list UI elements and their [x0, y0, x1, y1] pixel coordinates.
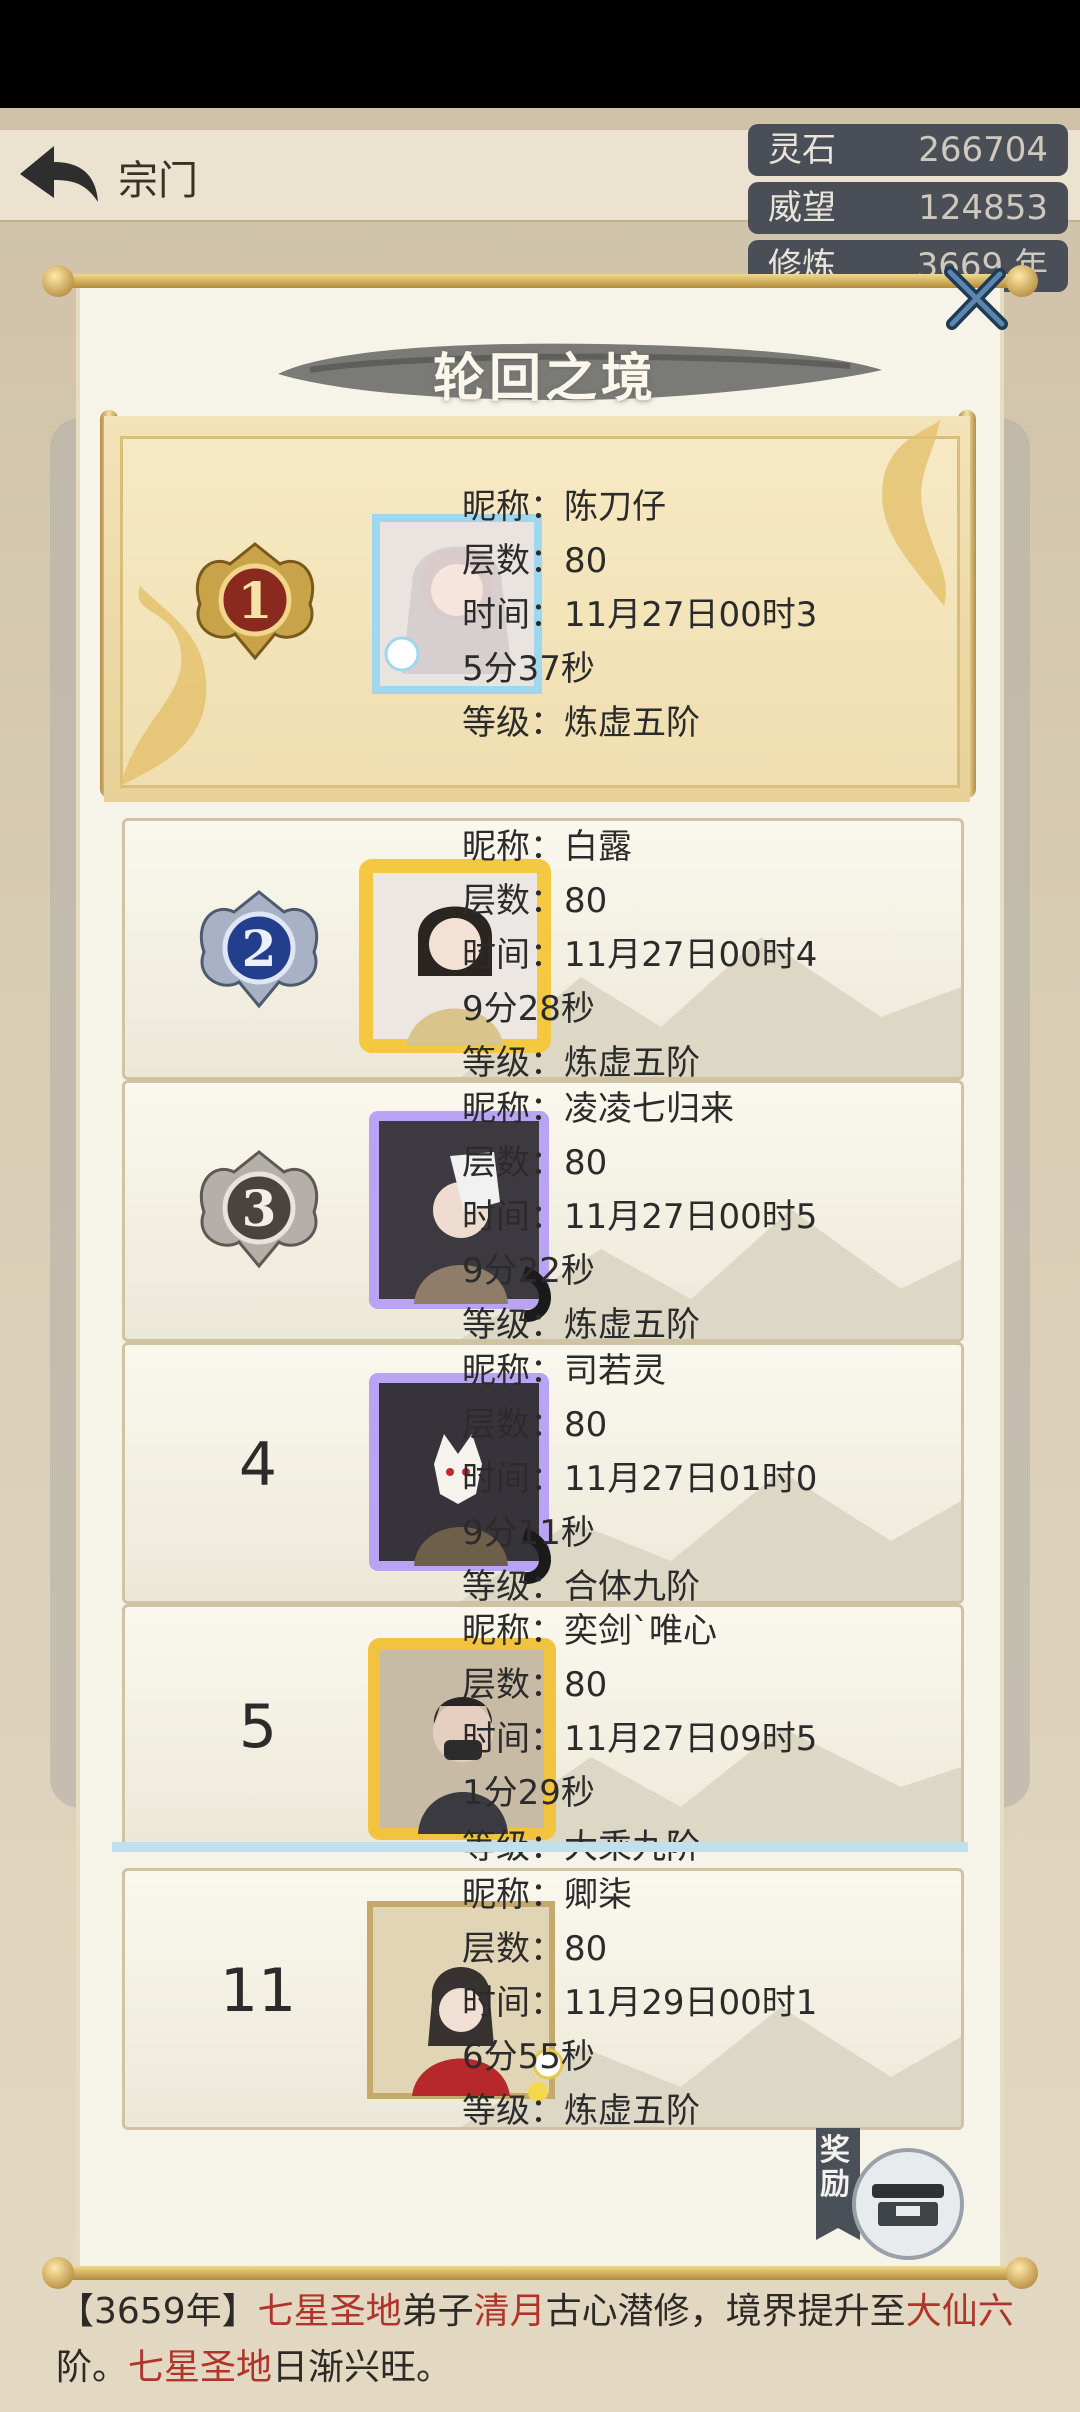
- rank-3-medal-icon: 3: [199, 1150, 319, 1269]
- floors-value: 80: [564, 541, 608, 581]
- entry-info: 昵称：凌凌七归来 层数：80 时间：11月27日00时5 9分22秒 等级：炼虚…: [462, 1082, 817, 1352]
- time-value: 11月29日00时1: [564, 1983, 818, 2023]
- nickname-label: 昵称：: [462, 487, 564, 527]
- floors-value: 80: [564, 1405, 608, 1445]
- reward-label: 奖励: [820, 2133, 850, 2202]
- floors-label: 层数：: [462, 1929, 564, 1969]
- log-text: 弟子: [401, 2291, 474, 2332]
- time-label: 时间：: [462, 1719, 564, 1759]
- entry-info: 昵称：白露 层数：80 时间：11月27日00时4 9分28秒 等级：炼虚五阶: [462, 820, 817, 1090]
- entry-info: 昵称：陈刀仔 层数：80 时间：11月27日00时3 5分37秒 等级：炼虚五阶: [462, 480, 817, 750]
- scroll-rod-bottom: [46, 2266, 1034, 2280]
- log-text: 阶。: [56, 2347, 129, 2388]
- log-year: 【3659年】: [58, 2291, 258, 2332]
- rod-knob: [42, 2257, 74, 2289]
- level-label: 等级：: [462, 1567, 564, 1607]
- rank-1-medal-icon: 1: [195, 542, 315, 661]
- floors-value: 80: [564, 1929, 608, 1969]
- nickname-value: 凌凌七归来: [564, 1089, 734, 1129]
- level-value: 炼虚五阶: [564, 1305, 700, 1345]
- resource-spirit-stone: 灵石 266704: [748, 124, 1068, 176]
- rank-2-medal-icon: 2: [199, 890, 319, 1009]
- time-value-cont: 9分11秒: [462, 1513, 595, 1553]
- level-label: 等级：: [462, 1043, 564, 1083]
- log-line: 【3659年】七星圣地弟子清月古心潜修，境界提升至大仙六: [58, 2282, 1014, 2334]
- resource-value: 124853: [918, 188, 1048, 228]
- time-value: 11月27日00时4: [564, 935, 818, 975]
- reward-button[interactable]: 奖励: [810, 2122, 970, 2262]
- floors-value: 80: [564, 881, 608, 921]
- level-value: 合体九阶: [564, 1567, 700, 1607]
- level-label: 等级：: [462, 703, 564, 743]
- level-label: 等级：: [462, 2091, 564, 2131]
- level-value: 炼虚五阶: [564, 1043, 700, 1083]
- level-value: 炼虚五阶: [564, 2091, 700, 2131]
- log-text: 古心潜修，境界提升至: [545, 2291, 906, 2332]
- page-title: 宗门: [118, 158, 198, 204]
- list-scroll-edge: [112, 1842, 968, 1852]
- level-label: 等级：: [462, 1305, 564, 1345]
- rank-number: 1: [238, 571, 273, 630]
- time-value: 11月27日00时3: [564, 595, 818, 635]
- resource-label: 灵石: [768, 130, 836, 170]
- time-value-cont: 9分28秒: [462, 989, 595, 1029]
- close-icon[interactable]: [940, 264, 1010, 334]
- floors-label: 层数：: [462, 541, 564, 581]
- time-label: 时间：: [462, 1459, 564, 1499]
- level-value: 炼虚五阶: [564, 703, 700, 743]
- log-person: 清月: [473, 2291, 546, 2332]
- resource-value: 266704: [918, 130, 1048, 170]
- time-value: 11月27日01时0: [564, 1459, 818, 1499]
- back-arrow-icon[interactable]: [14, 140, 102, 210]
- phoenix-ornament-right: [882, 420, 946, 606]
- nickname-value: 奕剑`唯心: [564, 1611, 717, 1651]
- time-value: 11月27日00时5: [564, 1197, 818, 1237]
- rank-number: 3: [242, 1179, 277, 1238]
- nickname-label: 昵称：: [462, 1089, 564, 1129]
- rod-knob: [1006, 2257, 1038, 2289]
- rank-number: 11: [219, 1956, 297, 2026]
- time-label: 时间：: [462, 935, 564, 975]
- floors-value: 80: [564, 1665, 608, 1705]
- nickname-value: 白露: [564, 827, 632, 867]
- nickname-value: 陈刀仔: [564, 487, 666, 527]
- floors-label: 层数：: [462, 1665, 564, 1705]
- log-level: 大仙六: [905, 2291, 1014, 2332]
- time-value-cont: 5分37秒: [462, 649, 595, 689]
- log-sect: 七星圣地: [257, 2291, 402, 2332]
- dialog-title: 轮回之境: [432, 349, 657, 409]
- floors-label: 层数：: [462, 881, 564, 921]
- nickname-label: 昵称：: [462, 1611, 564, 1651]
- nickname-label: 昵称：: [462, 827, 564, 867]
- rank-number: 4: [238, 1430, 278, 1500]
- entry-info: 昵称：卿柒 层数：80 时间：11月29日00时1 6分55秒 等级：炼虚五阶: [462, 1868, 817, 2138]
- rod-knob: [1006, 265, 1038, 297]
- rank-number: 2: [242, 919, 277, 978]
- rank-number: 5: [238, 1692, 278, 1762]
- entry-info: 昵称：奕剑`唯心 层数：80 时间：11月27日09时5 1分29秒 等级：大乘…: [462, 1604, 817, 1874]
- rod-knob: [42, 265, 74, 297]
- log-line: 阶。七星圣地日渐兴旺。: [56, 2338, 452, 2390]
- time-label: 时间：: [462, 1983, 564, 2023]
- nickname-label: 昵称：: [462, 1875, 564, 1915]
- floors-label: 层数：: [462, 1405, 564, 1445]
- nickname-value: 司若灵: [564, 1351, 666, 1391]
- time-label: 时间：: [462, 1197, 564, 1237]
- floors-label: 层数：: [462, 1143, 564, 1183]
- floors-value: 80: [564, 1143, 608, 1183]
- resource-label: 威望: [768, 188, 836, 228]
- scroll-rod-top: [46, 274, 1034, 288]
- time-value: 11月27日09时5: [564, 1719, 818, 1759]
- time-value-cont: 9分22秒: [462, 1251, 595, 1291]
- resource-prestige: 威望 124853: [748, 182, 1068, 234]
- entry-info: 昵称：司若灵 层数：80 时间：11月27日01时0 9分11秒 等级：合体九阶: [462, 1344, 817, 1614]
- nickname-value: 卿柒: [564, 1875, 632, 1915]
- log-sect: 七星圣地: [128, 2347, 273, 2388]
- time-value-cont: 1分29秒: [462, 1773, 595, 1813]
- log-text: 日渐兴旺。: [272, 2347, 453, 2388]
- nickname-label: 昵称：: [462, 1351, 564, 1391]
- time-value-cont: 6分55秒: [462, 2037, 595, 2077]
- status-bar: [0, 0, 1080, 108]
- time-label: 时间：: [462, 595, 564, 635]
